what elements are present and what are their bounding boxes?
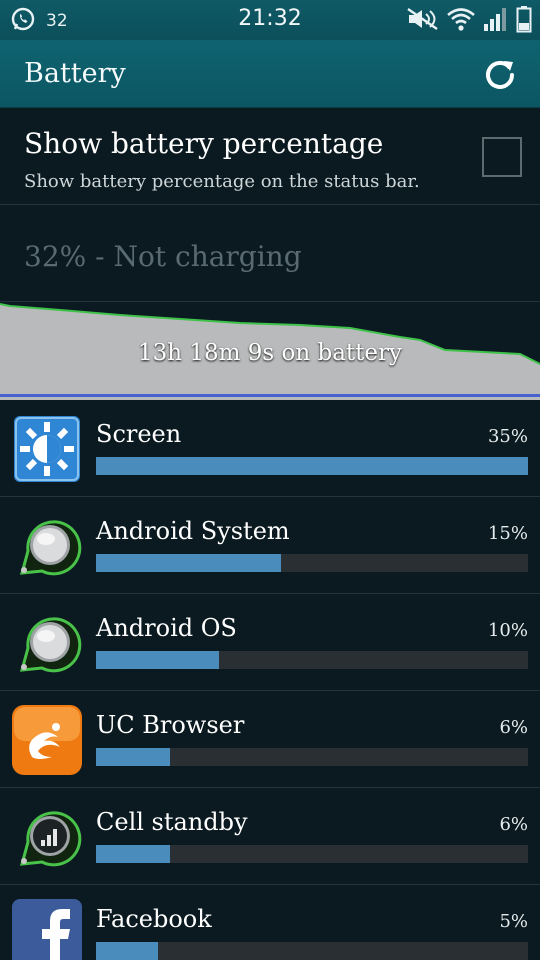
cell-standby-icon <box>12 802 82 872</box>
usage-item-percent: 10% <box>487 620 528 641</box>
usage-bar-fill <box>96 651 220 669</box>
usage-item-android-os[interactable]: Android OS 10% <box>0 594 540 691</box>
usage-item-name: Android System <box>96 517 290 545</box>
usage-item-percent: 15% <box>487 523 528 544</box>
usage-bar <box>96 457 528 475</box>
usage-item-name: Screen <box>96 420 182 448</box>
uc-browser-icon <box>12 705 82 775</box>
usage-item-percent: 35% <box>487 426 528 447</box>
usage-bar-fill <box>96 554 282 572</box>
show-percentage-checkbox[interactable] <box>482 137 522 177</box>
usage-item-name: Facebook <box>96 905 212 933</box>
usage-bar <box>96 554 528 572</box>
setting-subtitle: Show battery percentage on the status ba… <box>24 171 420 192</box>
battery-usage-list: Screen 35% Android System 15% Android OS… <box>0 400 540 960</box>
screen-brightness-icon <box>12 414 82 484</box>
usage-item-facebook[interactable]: Facebook 5% <box>0 885 540 960</box>
page-title: Battery <box>24 58 126 89</box>
usage-bar-fill <box>96 748 171 766</box>
usage-item-name: UC Browser <box>96 711 245 739</box>
usage-bar <box>96 942 528 960</box>
usage-bar-fill <box>96 845 171 863</box>
usage-bar <box>96 845 528 863</box>
wifi-icon <box>446 6 476 36</box>
android-os-icon <box>12 608 82 678</box>
setting-title: Show battery percentage <box>24 127 384 160</box>
signal-icon <box>482 6 510 36</box>
usage-item-percent: 6% <box>499 814 528 835</box>
usage-item-uc-browser[interactable]: UC Browser 6% <box>0 691 540 788</box>
usage-item-name: Android OS <box>96 614 237 642</box>
battery-history-graph[interactable]: 13h 18m 9s on battery <box>0 302 540 400</box>
usage-item-screen[interactable]: Screen 35% <box>0 400 540 497</box>
battery-icon <box>516 5 532 37</box>
usage-bar-fill <box>96 457 528 475</box>
battery-status-row: 32% - Not charging <box>0 206 540 302</box>
action-bar: Battery <box>0 40 540 108</box>
graph-baseline <box>0 394 540 397</box>
usage-item-android-system[interactable]: Android System 15% <box>0 497 540 594</box>
battery-status: 32% - Not charging <box>24 240 302 273</box>
usage-bar-fill <box>96 942 158 960</box>
refresh-icon[interactable] <box>482 56 518 92</box>
usage-item-percent: 5% <box>499 911 528 932</box>
graph-caption: 13h 18m 9s on battery <box>137 340 403 366</box>
usage-bar <box>96 651 528 669</box>
usage-bar <box>96 748 528 766</box>
facebook-icon <box>12 899 82 960</box>
android-system-icon <box>12 511 82 581</box>
usage-item-cell-standby[interactable]: Cell standby 6% <box>0 788 540 885</box>
status-bar: 32 21:32 <box>0 0 540 40</box>
show-percentage-setting[interactable]: Show battery percentage Show battery per… <box>0 109 540 205</box>
mute-icon <box>406 7 440 35</box>
usage-item-name: Cell standby <box>96 808 248 836</box>
usage-item-percent: 6% <box>499 717 528 738</box>
